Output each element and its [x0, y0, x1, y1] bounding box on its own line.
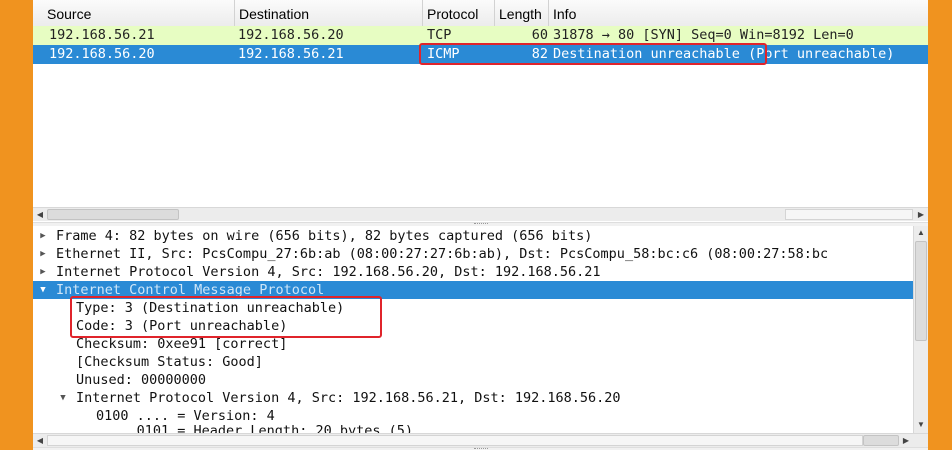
tree-item-unused[interactable]: Unused: 00000000: [33, 371, 913, 389]
tree-item-frame[interactable]: ▶ Frame 4: 82 bytes on wire (656 bits), …: [33, 227, 913, 245]
packet-length: 82: [531, 46, 548, 62]
tree-item-inner-ipv4[interactable]: ▼ Internet Protocol Version 4, Src: 192.…: [33, 389, 913, 407]
tree-item-label: Checksum: 0xee91 [correct]: [76, 336, 288, 352]
packet-row-icmp-selected[interactable]: 192.168.56.20 192.168.56.21 ICMP 82 Dest…: [33, 45, 928, 64]
packet-list-horizontal-scrollbar[interactable]: ◀ ▶: [33, 207, 928, 221]
tree-item-icmp-selected[interactable]: ▼ Internet Control Message Protocol: [33, 281, 913, 299]
wireshark-window: Source Destination Protocol Length Info …: [33, 0, 928, 450]
scroll-left-icon[interactable]: ◀: [33, 208, 47, 221]
tree-item-label: Code: 3 (Port unreachable): [76, 318, 288, 334]
packet-details-pane[interactable]: ▶ Frame 4: 82 bytes on wire (656 bits), …: [33, 226, 928, 450]
packet-list-header: Source Destination Protocol Length Info: [33, 0, 928, 27]
packet-destination: 192.168.56.21: [238, 46, 344, 62]
down-triangle-icon[interactable]: ▼: [37, 281, 49, 299]
details-vertical-scrollbar[interactable]: ▲ ▼: [913, 226, 928, 433]
packet-row-tcp[interactable]: 192.168.56.21 192.168.56.20 TCP 60 31878…: [33, 26, 928, 45]
packet-destination: 192.168.56.20: [238, 27, 344, 43]
scroll-right-icon[interactable]: ▶: [914, 208, 928, 221]
tree-item-icmp-type[interactable]: Type: 3 (Destination unreachable): [33, 299, 913, 317]
tree-item-label: Internet Protocol Version 4, Src: 192.16…: [56, 264, 601, 280]
scrollbar-track-segment: [785, 209, 913, 220]
scroll-up-icon[interactable]: ▲: [914, 226, 928, 240]
packet-protocol: ICMP: [427, 46, 460, 62]
tree-item-ip-version[interactable]: 0100 .... = Version: 4: [33, 407, 913, 425]
details-horizontal-scrollbar[interactable]: ◀ ▶: [33, 433, 928, 447]
scrollbar-track-segment: [47, 435, 863, 446]
packet-source: 192.168.56.21: [49, 27, 155, 43]
scrollbar-thumb[interactable]: [915, 241, 927, 341]
tree-item-label: [Checksum Status: Good]: [76, 354, 263, 370]
column-header-length[interactable]: Length: [494, 0, 548, 26]
right-triangle-icon[interactable]: ▶: [37, 263, 49, 281]
column-header-destination[interactable]: Destination: [234, 0, 422, 26]
scroll-left-icon[interactable]: ◀: [33, 434, 47, 447]
tree-item-icmp-code[interactable]: Code: 3 (Port unreachable): [33, 317, 913, 335]
packet-source: 192.168.56.20: [49, 46, 155, 62]
tree-item-label: .... 0101 = Header Length: 20 bytes (5): [96, 425, 413, 433]
tree-item-label: Internet Protocol Version 4, Src: 192.16…: [76, 390, 621, 406]
column-header-protocol[interactable]: Protocol: [422, 0, 494, 26]
tree-item-label: Unused: 00000000: [76, 372, 207, 388]
scrollbar-thumb[interactable]: [863, 435, 899, 446]
tree-item-checksum-status[interactable]: [Checksum Status: Good]: [33, 353, 913, 371]
column-header-info[interactable]: Info: [548, 0, 928, 26]
tree-item-label: Type: 3 (Destination unreachable): [76, 300, 345, 316]
right-triangle-icon[interactable]: ▶: [37, 227, 49, 245]
packet-length: 60: [531, 27, 548, 43]
scroll-right-icon[interactable]: ▶: [899, 434, 913, 447]
scrollbar-thumb[interactable]: [47, 209, 179, 220]
packet-info: 31878 → 80 [SYN] Seq=0 Win=8192 Len=0: [553, 27, 854, 43]
tree-item-label: Internet Control Message Protocol: [56, 282, 325, 298]
packet-info: Destination unreachable (Port unreachabl…: [553, 46, 895, 62]
right-triangle-icon[interactable]: ▶: [37, 245, 49, 263]
packet-list-pane[interactable]: Source Destination Protocol Length Info …: [33, 0, 928, 222]
tree-item-label: 0100 .... = Version: 4: [96, 408, 275, 424]
column-header-source[interactable]: Source: [43, 0, 234, 26]
tree-item-header-length[interactable]: .... 0101 = Header Length: 20 bytes (5): [33, 425, 913, 433]
tree-item-label: Ethernet II, Src: PcsCompu_27:6b:ab (08:…: [56, 246, 829, 262]
down-triangle-icon[interactable]: ▼: [57, 389, 69, 407]
tree-item-icmp-checksum[interactable]: Checksum: 0xee91 [correct]: [33, 335, 913, 353]
tree-item-label: Frame 4: 82 bytes on wire (656 bits), 82…: [56, 228, 593, 244]
tree-item-ipv4[interactable]: ▶ Internet Protocol Version 4, Src: 192.…: [33, 263, 913, 281]
packet-protocol: TCP: [427, 27, 452, 43]
scroll-down-icon[interactable]: ▼: [914, 418, 928, 432]
tree-item-ethernet[interactable]: ▶ Ethernet II, Src: PcsCompu_27:6b:ab (0…: [33, 245, 913, 263]
